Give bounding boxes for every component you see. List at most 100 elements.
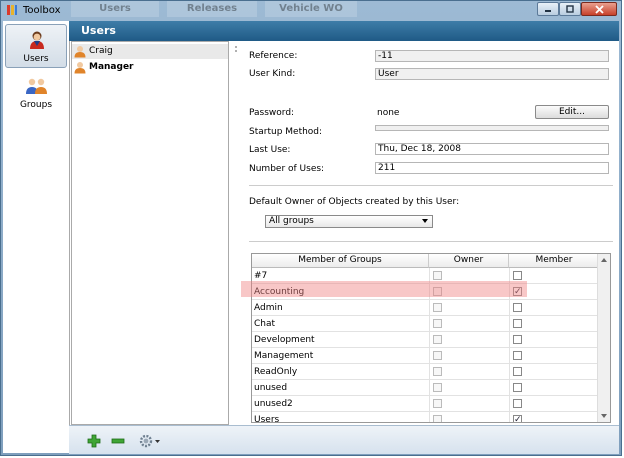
table-row[interactable]: Chat	[252, 316, 599, 332]
group-name: Development	[254, 335, 315, 345]
group-name: #7	[254, 271, 268, 281]
minimize-icon	[545, 10, 551, 12]
panel-splitter[interactable]	[229, 41, 243, 425]
member-checkbox[interactable]	[513, 303, 522, 312]
gear-icon[interactable]	[139, 434, 161, 448]
table-row[interactable]: Accounting ✓	[252, 284, 599, 300]
cell-divider	[429, 284, 430, 300]
cell-divider	[429, 364, 430, 380]
user-list-item-manager[interactable]: Manager	[72, 60, 228, 75]
member-checkbox[interactable]: ✓	[513, 287, 522, 297]
member-checkbox[interactable]	[513, 271, 522, 280]
table-row[interactable]: Management	[252, 348, 599, 364]
user-name: Manager	[89, 62, 134, 72]
last-use-field: Thu, Dec 18, 2008	[375, 143, 609, 155]
user-list: Craig Manager	[71, 41, 229, 425]
user-icon	[30, 31, 44, 49]
add-icon[interactable]	[87, 434, 101, 448]
cell-divider	[429, 268, 430, 284]
table-row[interactable]: Admin	[252, 300, 599, 316]
table-row[interactable]: ReadOnly	[252, 364, 599, 380]
background-tab-users: Users	[71, 1, 159, 17]
cell-divider	[509, 284, 510, 300]
maximize-icon	[566, 5, 574, 13]
owner-checkbox[interactable]	[433, 335, 442, 344]
owner-checkbox[interactable]	[433, 383, 442, 392]
user-icon	[74, 62, 86, 74]
groups-table: Member of Groups Owner Member #7 Accounti…	[251, 253, 611, 423]
member-checkbox[interactable]: ✓	[513, 415, 522, 422]
cell-divider	[509, 412, 510, 422]
reference-label: Reference:	[249, 51, 298, 61]
owner-checkbox[interactable]	[433, 319, 442, 328]
number-of-uses-label: Number of Uses:	[249, 164, 325, 174]
scroll-down-icon[interactable]	[601, 414, 607, 418]
cell-divider	[509, 380, 510, 396]
owner-checkbox[interactable]	[433, 271, 442, 280]
group-name: ReadOnly	[254, 367, 298, 377]
group-name: unused	[254, 383, 288, 393]
owner-checkbox[interactable]	[433, 415, 442, 422]
nav-users-label: Users	[23, 54, 49, 64]
table-row[interactable]: unused2	[252, 396, 599, 412]
user-icon	[74, 46, 86, 58]
default-owner-select[interactable]: All groups	[265, 215, 433, 228]
left-nav: Users Groups	[3, 21, 70, 453]
nav-groups-button[interactable]: Groups	[5, 71, 67, 115]
owner-checkbox[interactable]	[433, 303, 442, 312]
member-checkbox[interactable]	[513, 383, 522, 392]
table-row[interactable]: Users ✓	[252, 412, 599, 422]
member-checkbox[interactable]	[513, 351, 522, 360]
default-owner-selected: All groups	[269, 216, 314, 226]
group-name: Admin	[254, 303, 283, 313]
cell-divider	[429, 380, 430, 396]
column-header-member[interactable]: Member	[509, 254, 599, 268]
startup-method-label: Startup Method:	[249, 127, 323, 137]
member-checkbox[interactable]	[513, 399, 522, 408]
background-tab-releases: Releases	[167, 1, 257, 17]
nav-users-button[interactable]: Users	[5, 24, 67, 68]
scroll-up-icon[interactable]	[601, 258, 607, 262]
user-detail-panel: Reference: -11 User Kind: User Password:…	[243, 41, 619, 425]
reference-field: -11	[375, 50, 609, 62]
group-name: Chat	[254, 319, 276, 329]
startup-method-field	[375, 125, 609, 131]
edit-password-button[interactable]: Edit...	[535, 105, 609, 119]
member-checkbox[interactable]	[513, 319, 522, 328]
bottom-toolbar	[69, 425, 619, 454]
maximize-button[interactable]	[559, 2, 581, 16]
minimize-button[interactable]	[537, 2, 559, 16]
column-header-member-of-groups[interactable]: Member of Groups	[252, 254, 429, 268]
table-row[interactable]: #7	[252, 268, 599, 284]
cell-divider	[509, 396, 510, 412]
cell-divider	[509, 348, 510, 364]
member-checkbox[interactable]	[513, 367, 522, 376]
close-button[interactable]	[581, 2, 617, 16]
table-row[interactable]: unused	[252, 380, 599, 396]
owner-checkbox[interactable]	[433, 367, 442, 376]
cell-divider	[509, 364, 510, 380]
user-kind-label: User Kind:	[249, 69, 296, 79]
cell-divider	[429, 396, 430, 412]
cell-divider	[509, 300, 510, 316]
table-row[interactable]: Development	[252, 332, 599, 348]
close-icon	[594, 4, 604, 14]
window-title: Toolbox	[23, 5, 61, 16]
divider	[249, 185, 613, 186]
column-header-owner[interactable]: Owner	[429, 254, 509, 268]
user-list-item-craig[interactable]: Craig	[72, 44, 228, 59]
cell-divider	[429, 348, 430, 364]
chevron-down-icon	[422, 219, 428, 223]
owner-checkbox[interactable]	[433, 351, 442, 360]
remove-icon[interactable]	[111, 434, 125, 448]
user-name: Craig	[89, 46, 113, 56]
member-checkbox[interactable]	[513, 335, 522, 344]
cell-divider	[509, 316, 510, 332]
owner-checkbox[interactable]	[433, 287, 442, 296]
title-bar[interactable]: Toolbox Users Releases Vehicle WO	[1, 1, 621, 21]
background-tab-vehicle-wo: Vehicle WO	[265, 1, 357, 17]
password-value: none	[377, 108, 400, 118]
owner-checkbox[interactable]	[433, 399, 442, 408]
groups-table-scrollbar[interactable]	[597, 254, 610, 422]
cell-divider	[429, 316, 430, 332]
